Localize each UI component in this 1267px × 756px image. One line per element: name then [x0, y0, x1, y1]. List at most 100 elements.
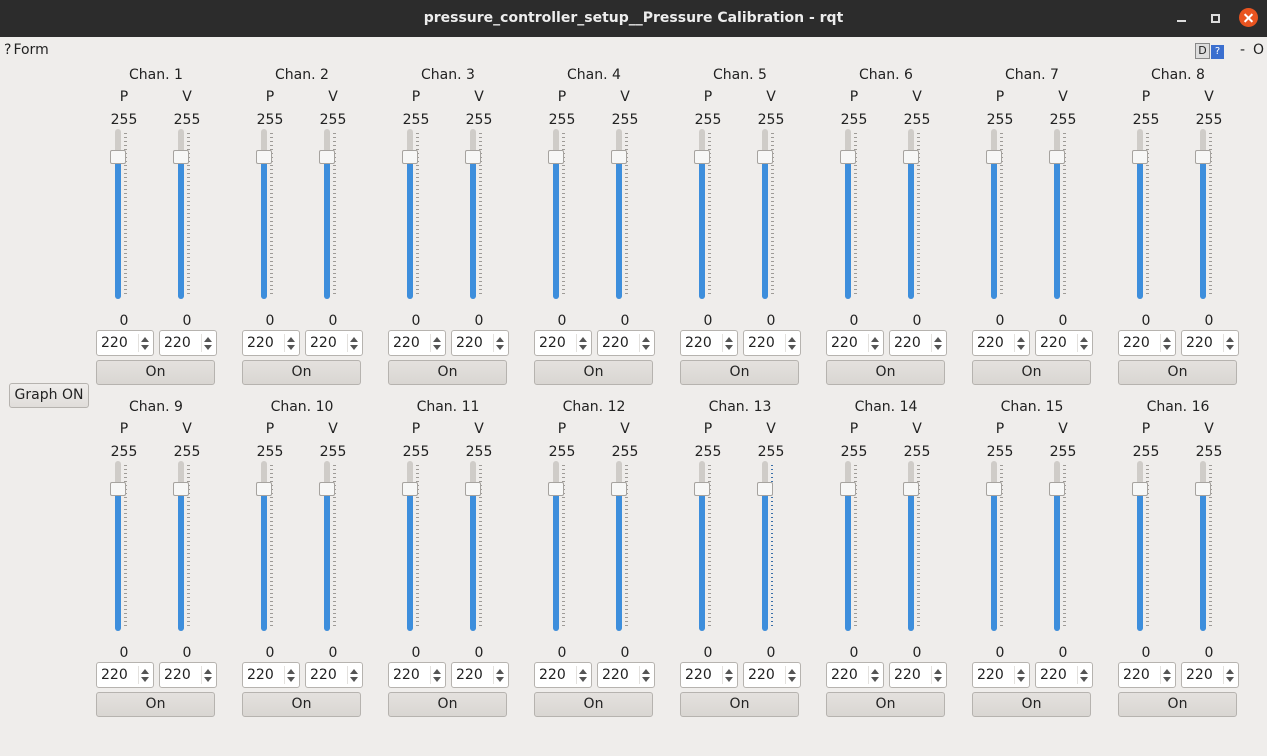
- spin-up-icon[interactable]: [433, 669, 441, 674]
- pressure-spinbox[interactable]: 220: [242, 330, 300, 356]
- spin-up-icon[interactable]: [1017, 337, 1025, 342]
- spinbox-value[interactable]: 220: [456, 663, 483, 687]
- pressure-slider[interactable]: [840, 461, 860, 631]
- valve-slider[interactable]: [1195, 129, 1215, 299]
- slider-handle[interactable]: [110, 482, 126, 496]
- valve-slider[interactable]: [1049, 129, 1069, 299]
- channel-on-button[interactable]: On: [680, 692, 799, 717]
- slider-handle[interactable]: [402, 482, 418, 496]
- spin-down-icon[interactable]: [871, 345, 879, 350]
- valve-slider[interactable]: [757, 461, 777, 631]
- slider-handle[interactable]: [1195, 150, 1211, 164]
- spin-up-icon[interactable]: [642, 669, 650, 674]
- valve-spinbox[interactable]: 220: [159, 662, 217, 688]
- graph-on-button[interactable]: Graph ON: [9, 383, 89, 408]
- valve-spinbox[interactable]: 220: [305, 330, 363, 356]
- channel-on-button[interactable]: On: [826, 360, 945, 385]
- spin-down-icon[interactable]: [579, 677, 587, 682]
- pressure-spinbox[interactable]: 220: [972, 662, 1030, 688]
- slider-handle[interactable]: [986, 482, 1002, 496]
- slider-handle[interactable]: [319, 482, 335, 496]
- pressure-spinbox[interactable]: 220: [826, 662, 884, 688]
- spin-down-icon[interactable]: [642, 345, 650, 350]
- spinbox-value[interactable]: 220: [247, 331, 274, 355]
- spin-up-icon[interactable]: [141, 669, 149, 674]
- channel-on-button[interactable]: On: [388, 692, 507, 717]
- spin-down-icon[interactable]: [579, 345, 587, 350]
- spinbox-value[interactable]: 220: [539, 663, 566, 687]
- valve-slider[interactable]: [903, 129, 923, 299]
- pressure-spinbox[interactable]: 220: [242, 662, 300, 688]
- slider-handle[interactable]: [1132, 150, 1148, 164]
- valve-slider[interactable]: [173, 129, 193, 299]
- spin-up-icon[interactable]: [871, 669, 879, 674]
- slider-handle[interactable]: [611, 150, 627, 164]
- pressure-spinbox[interactable]: 220: [388, 662, 446, 688]
- pressure-slider[interactable]: [256, 129, 276, 299]
- slider-handle[interactable]: [256, 482, 272, 496]
- spin-up-icon[interactable]: [934, 669, 942, 674]
- spin-down-icon[interactable]: [1163, 345, 1171, 350]
- spin-down-icon[interactable]: [141, 345, 149, 350]
- spin-up-icon[interactable]: [579, 337, 587, 342]
- pressure-slider[interactable]: [986, 129, 1006, 299]
- slider-handle[interactable]: [548, 482, 564, 496]
- spin-up-icon[interactable]: [725, 337, 733, 342]
- dock-d-icon[interactable]: D: [1195, 43, 1210, 59]
- pressure-slider[interactable]: [1132, 461, 1152, 631]
- spin-down-icon[interactable]: [871, 677, 879, 682]
- valve-spinbox[interactable]: 220: [1181, 330, 1239, 356]
- valve-slider[interactable]: [757, 129, 777, 299]
- slider-handle[interactable]: [903, 482, 919, 496]
- spinbox-value[interactable]: 220: [685, 663, 712, 687]
- slider-handle[interactable]: [548, 150, 564, 164]
- spinbox-value[interactable]: 220: [1123, 663, 1150, 687]
- slider-handle[interactable]: [1132, 482, 1148, 496]
- spinbox-value[interactable]: 220: [1186, 663, 1213, 687]
- spin-down-icon[interactable]: [788, 677, 796, 682]
- spin-up-icon[interactable]: [1080, 337, 1088, 342]
- spin-up-icon[interactable]: [725, 669, 733, 674]
- pressure-spinbox[interactable]: 220: [388, 330, 446, 356]
- pressure-spinbox[interactable]: 220: [534, 662, 592, 688]
- pressure-slider[interactable]: [548, 461, 568, 631]
- slider-handle[interactable]: [465, 482, 481, 496]
- spinbox-value[interactable]: 220: [393, 663, 420, 687]
- spinbox-value[interactable]: 220: [101, 663, 128, 687]
- pressure-slider[interactable]: [840, 129, 860, 299]
- slider-handle[interactable]: [465, 150, 481, 164]
- spinbox-value[interactable]: 220: [831, 663, 858, 687]
- spin-up-icon[interactable]: [1226, 669, 1234, 674]
- valve-spinbox[interactable]: 220: [597, 330, 655, 356]
- spin-down-icon[interactable]: [287, 677, 295, 682]
- valve-slider[interactable]: [1049, 461, 1069, 631]
- spinbox-value[interactable]: 220: [685, 331, 712, 355]
- slider-handle[interactable]: [757, 482, 773, 496]
- slider-handle[interactable]: [256, 150, 272, 164]
- help-icon[interactable]: ?: [4, 42, 11, 58]
- dock-close-button[interactable]: O: [1253, 42, 1264, 58]
- spin-down-icon[interactable]: [496, 345, 504, 350]
- spin-down-icon[interactable]: [1017, 345, 1025, 350]
- spin-down-icon[interactable]: [1017, 677, 1025, 682]
- slider-handle[interactable]: [840, 482, 856, 496]
- slider-handle[interactable]: [757, 150, 773, 164]
- slider-handle[interactable]: [986, 150, 1002, 164]
- spinbox-value[interactable]: 220: [310, 663, 337, 687]
- valve-slider[interactable]: [465, 461, 485, 631]
- slider-handle[interactable]: [173, 482, 189, 496]
- valve-spinbox[interactable]: 220: [1181, 662, 1239, 688]
- pressure-spinbox[interactable]: 220: [972, 330, 1030, 356]
- spin-down-icon[interactable]: [287, 345, 295, 350]
- close-icon[interactable]: [1239, 8, 1258, 27]
- valve-slider[interactable]: [611, 461, 631, 631]
- slider-handle[interactable]: [319, 150, 335, 164]
- valve-slider[interactable]: [611, 129, 631, 299]
- spin-down-icon[interactable]: [725, 677, 733, 682]
- spin-up-icon[interactable]: [496, 669, 504, 674]
- spinbox-value[interactable]: 220: [1123, 331, 1150, 355]
- channel-on-button[interactable]: On: [388, 360, 507, 385]
- valve-spinbox[interactable]: 220: [159, 330, 217, 356]
- pressure-slider[interactable]: [694, 129, 714, 299]
- spinbox-value[interactable]: 220: [456, 331, 483, 355]
